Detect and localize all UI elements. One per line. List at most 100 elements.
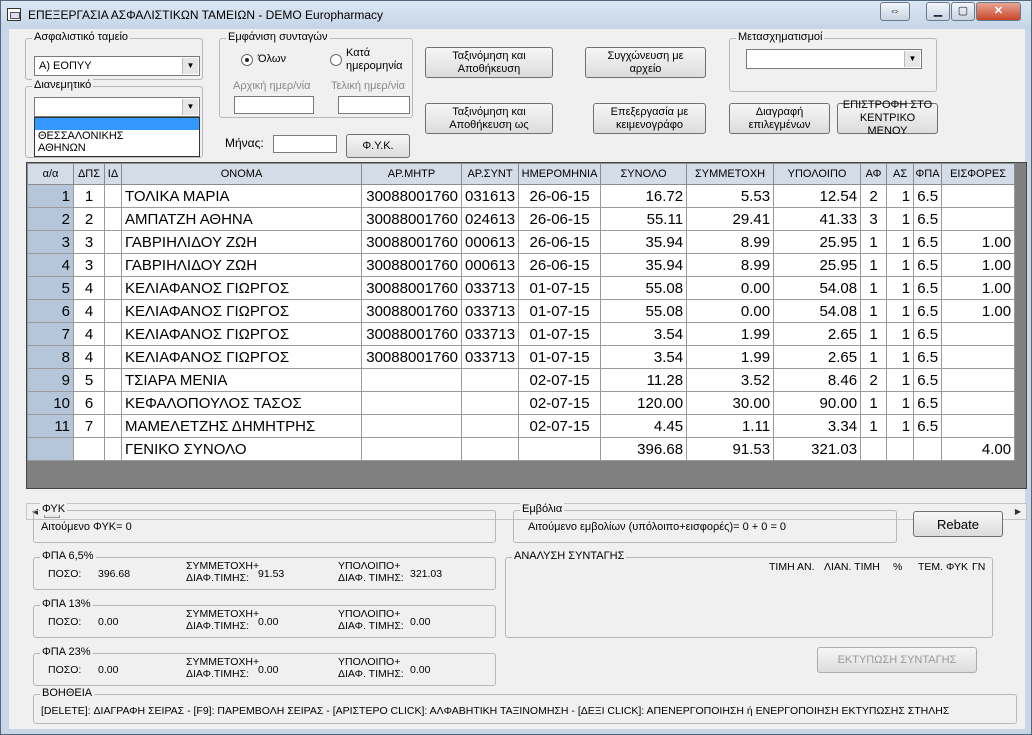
cell-col-contributions[interactable] [941,184,1016,208]
restore-icon[interactable]: ⇔ [880,2,910,21]
header-col-vat[interactable]: ΦΠΑ [913,163,943,185]
cell-col-participation[interactable]: 30.00 [686,391,775,415]
cell-col-id[interactable] [104,345,122,369]
radio-all[interactable] [241,54,253,66]
table-row[interactable]: 6 4 ΚΕΛΙΑΦΑΝΟΣ ΓΙΩΡΓΟΣ 30088001760 033713 01-… [27,299,1016,323]
cell-col-name[interactable]: ΓΕΝΙΚΟ ΣΥΝΟΛΟ [121,437,362,461]
cell-col-total[interactable]: 11.28 [600,368,688,392]
end-date-input[interactable] [338,96,410,114]
header-col-dps[interactable]: ΔΠΣ [73,163,105,185]
cell-col-vat[interactable]: 6.5 [913,345,943,369]
cell-col-date[interactable]: 01-07-15 [518,299,602,323]
cell-col-date[interactable]: 26-06-15 [518,253,602,277]
header-col-contributions[interactable]: ΕΙΣΦΟΡΕΣ [941,163,1016,185]
maximize-button[interactable]: ▢ [951,2,975,21]
cell-col-total[interactable]: 16.72 [600,184,688,208]
cell-col-aa[interactable]: 6 [27,299,74,323]
cell-col-af[interactable]: 1 [860,299,888,323]
cell-col-id[interactable] [104,368,122,392]
cell-col-vat[interactable]: 6.5 [913,276,943,300]
cell-col-ar-synt[interactable] [460,391,520,415]
table-row[interactable]: 3 3 ΓΑΒΡΙΗΛΙΔΟΥ ΖΩΗ 30088001760 000613 26-06-… [27,230,1016,254]
cell-col-remainder[interactable]: 25.95 [773,230,862,254]
print-prescription-button[interactable]: ΕΚΤΥΠΩΣΗ ΣΥΝΤΑΓΗΣ [817,647,977,673]
cell-col-participation[interactable]: 1.99 [686,322,775,346]
cell-col-participation[interactable]: 1.99 [686,345,775,369]
cell-col-participation[interactable]: 8.99 [686,230,775,254]
distributor-option[interactable]: ΘΕΣΣΑΛΟΝΙΚΗΣ [35,130,199,142]
cell-col-as[interactable]: 1 [886,276,915,300]
header-col-af[interactable]: ΑΦ [860,163,888,185]
cell-col-participation[interactable]: 5.53 [686,184,775,208]
cell-col-as[interactable]: 1 [886,230,915,254]
sort-save-button[interactable]: Ταξινόμηση και Αποθήκευση [425,47,553,78]
cell-col-vat[interactable]: 6.5 [913,207,943,231]
cell-col-date[interactable]: 26-06-15 [518,207,602,231]
cell-col-aa[interactable]: 10 [27,391,74,415]
distributor-select[interactable]: ▼ [34,97,200,117]
cell-col-dps[interactable]: 3 [73,230,105,254]
cell-col-id[interactable] [104,207,122,231]
transforms-select[interactable]: ▼ [746,49,922,69]
table-row[interactable]: 2 2 ΑΜΠΑΤΖΗ ΑΘΗΝΑ 30088001760 024613 26-06-15… [27,207,1016,231]
cell-col-ar-synt[interactable]: 000613 [460,253,520,277]
cell-col-dps[interactable]: 4 [73,345,105,369]
cell-col-af[interactable] [860,437,888,461]
cell-col-dps[interactable]: 1 [73,184,105,208]
table-row[interactable]: 5 4 ΚΕΛΙΑΦΑΝΟΣ ΓΙΩΡΓΟΣ 30088001760 033713 01-… [27,276,1016,300]
cell-col-ar-synt[interactable]: 033713 [460,299,520,323]
cell-col-ar-synt[interactable] [460,414,520,438]
fyk-button[interactable]: Φ.Υ.Κ. [346,134,410,158]
table-row[interactable]: 9 5 ΤΣΙΑΡΑ ΜΕΝΙΑ 02-07-15 11.28 3.52 8.46 2 1 6.5 [27,368,1016,392]
cell-col-name[interactable]: ΓΑΒΡΙΗΛΙΔΟΥ ΖΩΗ [121,230,362,254]
cell-col-contributions[interactable]: 1.00 [941,230,1016,254]
cell-col-af[interactable]: 1 [860,345,888,369]
cell-col-contributions[interactable]: 4.00 [941,437,1016,461]
cell-col-as[interactable]: 1 [886,391,915,415]
cell-col-ar-mitr[interactable]: 30088001760 [361,184,462,208]
cell-col-total[interactable]: 3.54 [600,322,688,346]
cell-col-dps[interactable]: 2 [73,207,105,231]
cell-col-name[interactable]: ΚΕΛΙΑΦΑΝΟΣ ΓΙΩΡΓΟΣ [121,345,362,369]
cell-col-af[interactable]: 2 [860,184,888,208]
cell-col-contributions[interactable] [941,207,1016,231]
header-col-aa[interactable]: α/α [27,163,74,185]
cell-col-aa[interactable]: 8 [27,345,74,369]
cell-col-as[interactable]: 1 [886,414,915,438]
cell-col-remainder[interactable]: 321.03 [773,437,862,461]
cell-col-name[interactable]: ΚΕΛΙΑΦΑΝΟΣ ΓΙΩΡΓΟΣ [121,276,362,300]
cell-col-remainder[interactable]: 3.34 [773,414,862,438]
cell-col-aa[interactable]: 11 [27,414,74,438]
cell-col-total[interactable]: 396.68 [600,437,688,461]
radio-by-date[interactable] [330,54,342,66]
cell-col-date[interactable]: 02-07-15 [518,414,602,438]
cell-col-af[interactable]: 1 [860,322,888,346]
cell-col-aa[interactable] [27,437,74,461]
cell-col-remainder[interactable]: 12.54 [773,184,862,208]
start-date-input[interactable] [234,96,314,114]
cell-col-af[interactable]: 1 [860,414,888,438]
cell-col-af[interactable]: 1 [860,230,888,254]
cell-col-total[interactable]: 55.11 [600,207,688,231]
cell-col-ar-synt[interactable]: 031613 [460,184,520,208]
fund-select[interactable]: Α) ΕΟΠΥΥ ▼ [34,56,200,76]
cell-col-aa[interactable]: 7 [27,322,74,346]
cell-col-name[interactable]: ΓΑΒΡΙΗΛΙΔΟΥ ΖΩΗ [121,253,362,277]
cell-col-date[interactable]: 01-07-15 [518,276,602,300]
header-col-name[interactable]: ΟΝΟΜΑ [121,163,362,185]
cell-col-ar-mitr[interactable]: 30088001760 [361,276,462,300]
chevron-down-icon[interactable]: ▼ [182,99,198,115]
cell-col-af[interactable]: 2 [860,368,888,392]
minimize-button[interactable]: ▁ [926,2,950,21]
cell-col-remainder[interactable]: 25.95 [773,253,862,277]
cell-col-vat[interactable]: 6.5 [913,391,943,415]
cell-col-total[interactable]: 55.08 [600,276,688,300]
cell-col-id[interactable] [104,414,122,438]
table-row[interactable]: 1 1 ΤΟΛΙΚΑ ΜΑΡΙΑ 30088001760 031613 26-06-15 1… [27,184,1016,208]
header-col-ar-mitr[interactable]: ΑΡ.ΜΗΤΡ [361,163,462,185]
cell-col-id[interactable] [104,299,122,323]
chevron-down-icon[interactable]: ▼ [904,51,920,67]
cell-col-as[interactable]: 1 [886,299,915,323]
cell-col-contributions[interactable]: 1.00 [941,276,1016,300]
cell-col-id[interactable] [104,184,122,208]
